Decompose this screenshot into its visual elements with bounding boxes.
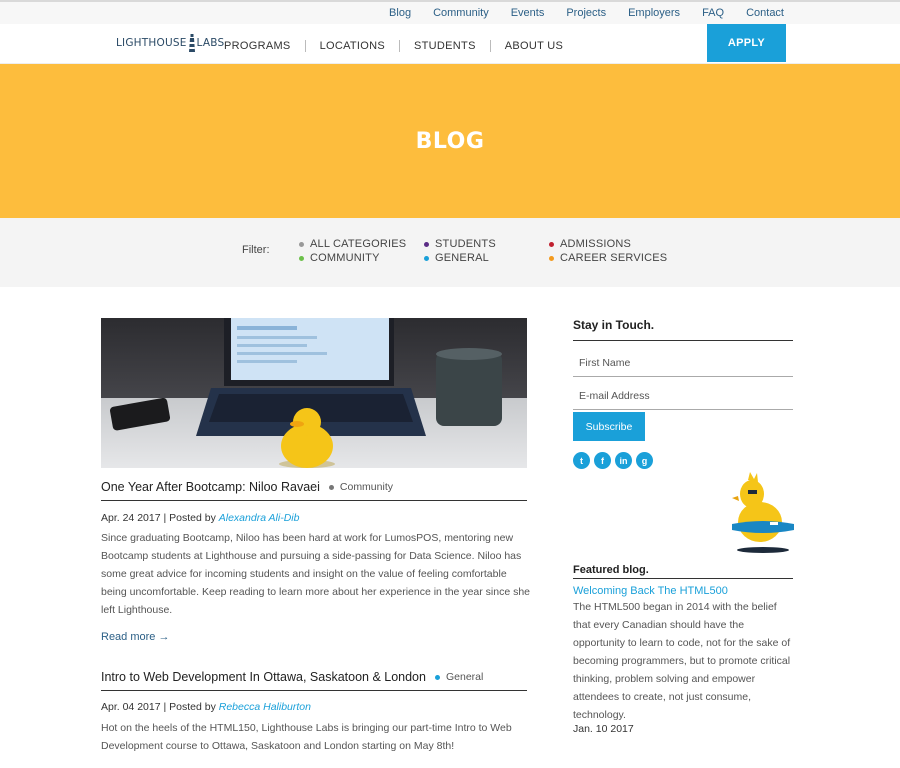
utility-link-community[interactable]: Community [433,6,489,20]
duck-mascot-illustration [730,470,796,556]
social-links: t f in g [573,452,657,469]
post-title[interactable]: Intro to Web Development In Ottawa, Sask… [101,670,426,684]
subscribe-button[interactable]: Subscribe [573,412,645,441]
nav-item-students[interactable]: STUDENTS [414,40,476,52]
filter-career-services[interactable]: CAREER SERVICES [549,252,667,264]
bullet-icon [424,241,429,247]
post-category-label: General [445,671,484,683]
arrow-right-icon: → [158,631,170,643]
utility-links: Blog Community Events Projects Employers… [389,6,784,20]
utility-link-projects[interactable]: Projects [566,6,606,20]
bullet-icon [424,255,429,261]
filter-label-text: ALL CATEGORIES [310,238,407,250]
filter-label-text: ADMISSIONS [560,238,632,250]
featured-blog-link[interactable]: Welcoming Back The HTML500 [573,585,728,597]
read-more-link[interactable]: Read more → [101,631,169,643]
twitter-icon[interactable]: t [573,452,590,469]
first-name-field[interactable] [573,345,793,377]
post-image-laptop-duck[interactable] [101,318,527,468]
post-date: Apr. 04 2017 [101,701,161,713]
post-author[interactable]: Rebecca Haliburton [219,701,311,713]
posted-by-label: | Posted by [163,512,216,524]
logo-text-right: LABS [196,37,225,49]
filter-general[interactable]: GENERAL [424,252,489,264]
nav-item-locations[interactable]: LOCATIONS [320,40,385,52]
page-title: BLOG [415,128,485,154]
bullet-icon [549,255,554,261]
lighthouse-icon [188,34,196,52]
post-title-row: Intro to Web Development In Ottawa, Sask… [101,670,527,691]
filter-label-text: CAREER SERVICES [560,252,668,264]
nav-item-about-us[interactable]: ABOUT US [505,40,563,52]
utility-link-events[interactable]: Events [511,6,545,20]
logo-text-left: LIGHTHOUSE [116,37,187,49]
filter-label-text: STUDENTS [435,238,496,250]
utility-link-blog[interactable]: Blog [389,6,411,20]
featured-blog-date: Jan. 10 2017 [573,723,634,735]
main-nav: LIGHTHOUSE LABS PROGRAMS LOCATIONS STUDE… [0,24,900,64]
filter-admissions[interactable]: ADMISSIONS [549,238,631,250]
bullet-icon [549,241,554,247]
primary-nav: PROGRAMS LOCATIONS STUDENTS ABOUT US [224,40,563,52]
nav-divider [399,40,401,52]
utility-bar: Blog Community Events Projects Employers… [0,2,900,24]
email-field[interactable] [573,378,793,410]
filter-label-text: COMMUNITY [310,252,380,264]
featured-blog-excerpt: The HTML500 began in 2014 with the belie… [573,601,791,721]
read-more-label: Read more [101,631,156,643]
linkedin-icon[interactable]: in [615,452,632,469]
bullet-icon [299,241,304,247]
bullet-icon [299,255,304,261]
post-category[interactable]: General [434,671,484,683]
newsletter-title: Stay in Touch. [573,318,793,341]
nav-item-programs[interactable]: PROGRAMS [224,40,291,52]
category-filter-bar: Filter: ALL CATEGORIES COMMUNITY STUDENT… [0,218,900,287]
apply-button[interactable]: APPLY [707,24,786,62]
post-excerpt: Since graduating Bootcamp, Niloo has bee… [101,532,531,616]
utility-link-employers[interactable]: Employers [628,6,680,20]
utility-link-contact[interactable]: Contact [746,6,784,20]
post-author[interactable]: Alexandra Ali-Dib [219,512,300,524]
bullet-icon [434,674,440,680]
posted-by-label: | Posted by [163,701,216,713]
post-meta: Apr. 04 2017 | Posted by Rebecca Halibur… [101,701,311,713]
post-date: Apr. 24 2017 [101,512,161,524]
nav-divider [304,40,306,52]
post-excerpt: Hot on the heels of the HTML150, Lightho… [101,722,512,752]
post-category[interactable]: Community [328,481,393,493]
utility-link-faq[interactable]: FAQ [702,6,724,20]
post-title-row: One Year After Bootcamp: Niloo Ravaei Co… [101,480,527,501]
logo[interactable]: LIGHTHOUSE LABS [116,32,224,54]
bullet-icon [328,484,334,490]
post-title[interactable]: One Year After Bootcamp: Niloo Ravaei [101,480,320,494]
post-category-label: Community [339,481,393,493]
nav-divider [489,40,491,52]
featured-blog-label: Featured blog. [573,564,793,579]
hero-banner: BLOG [0,64,900,218]
google-plus-icon[interactable]: g [636,452,653,469]
filter-community[interactable]: COMMUNITY [299,252,380,264]
filter-label-text: GENERAL [435,252,489,264]
post-meta: Apr. 24 2017 | Posted by Alexandra Ali-D… [101,512,299,524]
filter-all-categories[interactable]: ALL CATEGORIES [299,238,406,250]
facebook-icon[interactable]: f [594,452,611,469]
filter-label: Filter: [242,244,270,256]
filter-students[interactable]: STUDENTS [424,238,496,250]
